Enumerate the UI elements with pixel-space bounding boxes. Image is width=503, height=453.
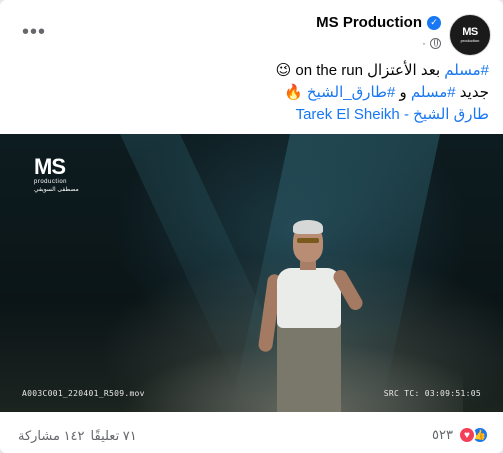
post-footer: ٥٢٣ ♥ 👍 ٧١ تعليقًا ١٤٢ مشاركة bbox=[0, 420, 503, 448]
post-line-1: #مسلم بعد الأعتزال on the run 😉 bbox=[14, 60, 489, 82]
more-icon: ••• bbox=[21, 20, 46, 43]
performer-hair bbox=[293, 220, 323, 234]
post-card: MS production MS Production ✓ · ••• #مسل… bbox=[0, 0, 503, 453]
hashtag-muslim-2[interactable]: #مسلم bbox=[411, 84, 456, 101]
post-line-1-text: بعد الأعتزال on the run bbox=[291, 62, 445, 79]
performer-shirt bbox=[277, 268, 341, 328]
post-meta: · bbox=[418, 36, 441, 50]
globe-icon[interactable] bbox=[430, 37, 441, 49]
video-logo-mark: MS bbox=[34, 154, 66, 179]
wink-emoji: 😉 bbox=[275, 62, 292, 79]
reaction-count: ٥٢٣ bbox=[432, 427, 453, 442]
post-line-2-prefix: جديد bbox=[455, 84, 489, 101]
reactions-summary[interactable]: ٥٢٣ ♥ 👍 bbox=[432, 426, 489, 444]
video-logo-sub: production bbox=[34, 179, 68, 185]
page-name[interactable]: MS Production bbox=[316, 14, 422, 31]
performer-glasses bbox=[297, 238, 319, 243]
page-name-row: MS Production ✓ bbox=[316, 14, 441, 31]
video-player[interactable]: MS production مصطفى السويفي A003C001_220… bbox=[0, 134, 503, 412]
meta-separator: · bbox=[422, 36, 426, 50]
verified-icon: ✓ bbox=[427, 15, 441, 30]
video-timecode: SRC TC: 03:09:51:05 bbox=[383, 389, 481, 398]
post-line-2: جديد #مسلم و #طارق_الشيخ 🔥 bbox=[14, 82, 489, 104]
love-icon: ♥ bbox=[458, 426, 476, 444]
artist-page-link[interactable]: طارق الشيخ - Tarek El Sheikh bbox=[296, 106, 489, 123]
shares-count[interactable]: ١٤٢ مشاركة bbox=[18, 428, 85, 444]
hashtag-muslim[interactable]: #مسلم bbox=[444, 62, 489, 79]
comments-count[interactable]: ٧١ تعليقًا bbox=[91, 428, 137, 444]
video-file-label: A003C001_220401_R509.mov bbox=[22, 389, 145, 398]
post-line-3: طارق الشيخ - Tarek El Sheikh bbox=[14, 104, 489, 126]
engagement-stats: ٧١ تعليقًا ١٤٢ مشاركة bbox=[18, 428, 137, 444]
post-text: #مسلم بعد الأعتزال on the run 😉 جديد #مس… bbox=[14, 60, 489, 126]
video-watermark-logo: MS production مصطفى السويفي bbox=[34, 156, 79, 194]
more-options-button[interactable]: ••• bbox=[20, 18, 48, 46]
avatar-logo-sub: production bbox=[460, 38, 480, 43]
post-header: MS production MS Production ✓ · ••• bbox=[0, 10, 503, 56]
post-line-2-mid: و bbox=[395, 84, 411, 101]
hashtag-tarek-el-sheikh[interactable]: #طارق_الشيخ bbox=[307, 84, 395, 101]
fire-emoji: 🔥 bbox=[284, 84, 307, 101]
performer-figure bbox=[255, 220, 366, 412]
avatar-logo: MS production bbox=[461, 27, 480, 43]
avatar[interactable]: MS production bbox=[449, 14, 491, 56]
video-logo-arabic: مصطفى السويفي bbox=[34, 187, 79, 193]
avatar-logo-mark: MS bbox=[462, 26, 478, 38]
